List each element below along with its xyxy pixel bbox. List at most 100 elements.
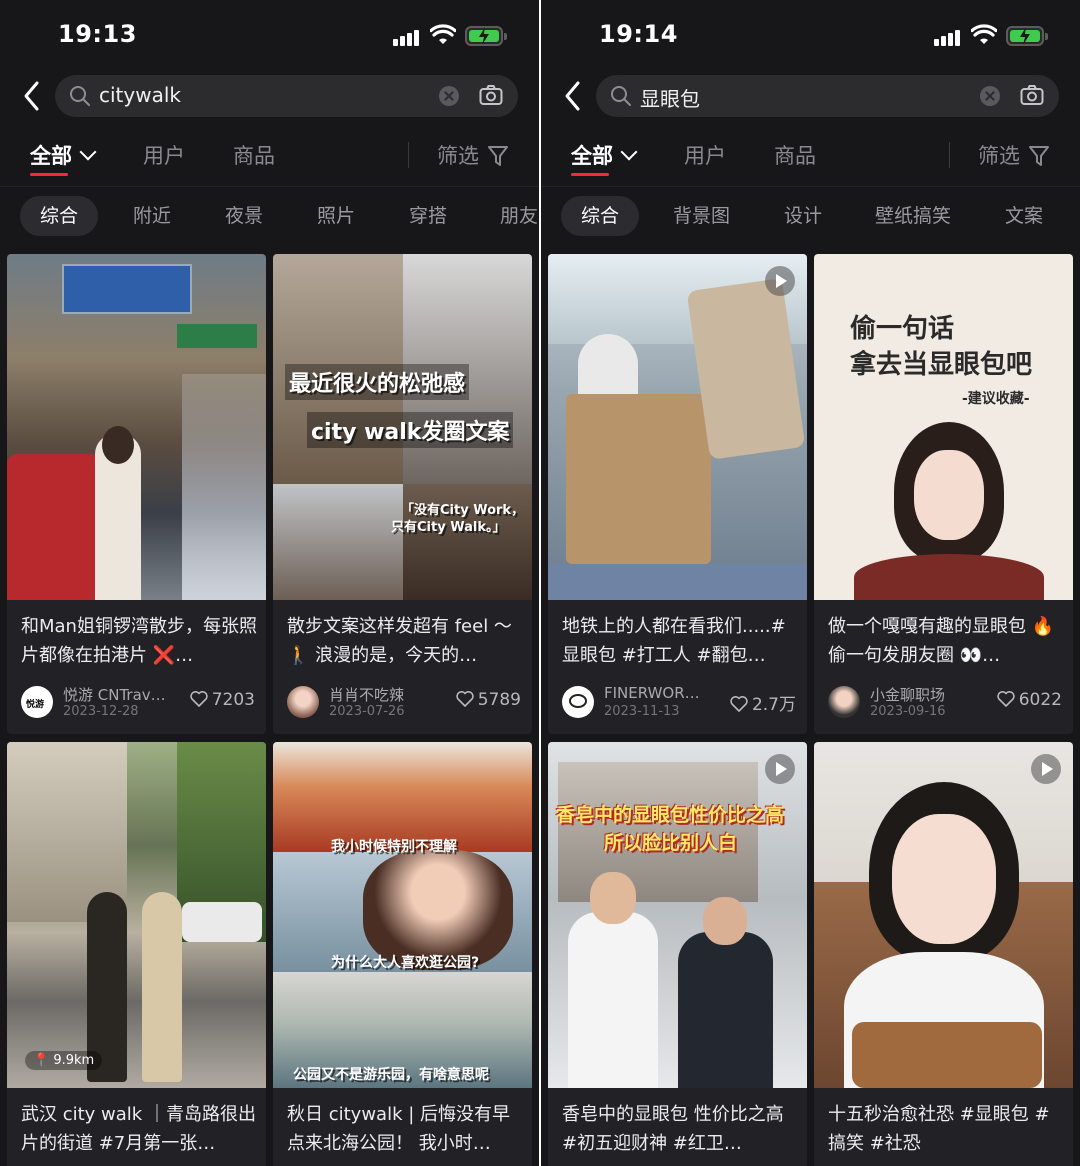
overlay-caption: 偷一句话 bbox=[850, 314, 955, 344]
filter-button[interactable]: 筛选 bbox=[978, 140, 1020, 170]
status-time: 19:14 bbox=[599, 20, 678, 48]
funnel-icon[interactable] bbox=[488, 145, 508, 167]
author-name[interactable]: 悦游 CNTrav… bbox=[63, 684, 166, 705]
like-button[interactable]: 7203 bbox=[190, 690, 255, 710]
note-card[interactable]: 香皂中的显眼包性价比之高 所以脸比别人白 香皂中的显眼包 性价比之高 #初五迎财… bbox=[548, 742, 807, 1166]
overlay-caption: 只有City Walk。」 bbox=[391, 520, 506, 535]
funnel-icon[interactable] bbox=[1029, 145, 1049, 167]
wifi-icon bbox=[971, 24, 997, 44]
overlay-caption: 公园又不是游乐园，有啥意思呢 bbox=[293, 1067, 489, 1083]
camera-icon[interactable] bbox=[479, 84, 503, 106]
note-title: 散步文案这样发超有 feel ～ 🚶 浪漫的是，今天的… bbox=[287, 616, 512, 666]
clear-icon[interactable] bbox=[980, 86, 1000, 106]
search-input[interactable]: citywalk bbox=[55, 75, 518, 117]
like-count: 2.7万 bbox=[751, 695, 796, 715]
battery-icon bbox=[465, 26, 507, 46]
author-name[interactable]: FINERWOR… bbox=[604, 684, 700, 702]
note-card[interactable]: 地铁上的人都在看我们.....#显眼包 #打工人 #翻包… FINERWOR… … bbox=[548, 254, 807, 734]
chip-comprehensive[interactable]: 综合 bbox=[20, 196, 99, 236]
filter-chips: 综合 背景图 设计 壁纸搞笑 文案 bbox=[541, 196, 1080, 238]
chip-nearby[interactable]: 附近 bbox=[133, 196, 171, 236]
search-icon bbox=[611, 86, 631, 106]
chip-photos[interactable]: 照片 bbox=[317, 196, 355, 236]
note-cover-image: 香皂中的显眼包性价比之高 所以脸比别人白 bbox=[548, 742, 807, 1088]
status-time: 19:13 bbox=[58, 20, 137, 48]
video-play-icon bbox=[765, 266, 795, 296]
overlay-caption: city walk发圈文案 bbox=[307, 412, 514, 448]
overlay-caption: 我小时候特别不理解 bbox=[331, 839, 457, 855]
video-play-icon bbox=[1031, 754, 1061, 784]
heart-icon bbox=[456, 691, 474, 707]
like-button[interactable]: 2.7万 bbox=[730, 690, 796, 715]
status-bar: 19:14 bbox=[541, 0, 1080, 70]
chip-copywriting[interactable]: 文案 bbox=[1005, 196, 1043, 236]
active-tab-indicator bbox=[30, 173, 68, 176]
tab-all-label: 全部 bbox=[571, 144, 613, 168]
note-card[interactable]: 最近很火的松弛感 city walk发圈文案 「没有City Work， 只有C… bbox=[273, 254, 532, 734]
filter-button[interactable]: 筛选 bbox=[437, 140, 479, 170]
like-button[interactable]: 6022 bbox=[997, 690, 1062, 710]
note-title: 秋日 citywalk | 后悔没有早点来北海公园！ 我小时… bbox=[287, 1104, 511, 1154]
tab-all[interactable]: 全部 bbox=[30, 140, 97, 170]
note-title: 武汉 city walk ｜青岛路很出片的街道 #7月第一张… bbox=[21, 1104, 256, 1154]
back-arrow-icon[interactable] bbox=[20, 80, 44, 112]
active-tab-indicator bbox=[571, 173, 609, 176]
tab-users[interactable]: 用户 bbox=[143, 140, 185, 170]
search-query[interactable]: citywalk bbox=[99, 83, 181, 107]
status-bar: 19:13 bbox=[0, 0, 539, 70]
note-card[interactable]: 📍 9.9km 武汉 city walk ｜青岛路很出片的街道 #7月第一张… bbox=[7, 742, 266, 1166]
note-card[interactable]: 十五秒治愈社恐 #显眼包 #搞笑 #社恐 bbox=[814, 742, 1073, 1166]
left-screen: 19:13 citywalk 全部 用户 商品 筛选 综合 附近 夜景 照片 穿… bbox=[0, 0, 539, 1166]
divider bbox=[541, 186, 1080, 187]
search-input[interactable]: 显眼包 bbox=[596, 75, 1059, 117]
avatar[interactable] bbox=[287, 686, 319, 718]
note-card[interactable]: 我小时候特别不理解 为什么大人喜欢逛公园? 公园又不是游乐园，有啥意思呢 秋日 … bbox=[273, 742, 532, 1166]
tab-users[interactable]: 用户 bbox=[684, 140, 726, 170]
filter-chips: 综合 附近 夜景 照片 穿搭 朋友 bbox=[0, 196, 539, 238]
note-meta: FINERWOR… 2023-11-13 2.7万 bbox=[562, 684, 798, 722]
note-cover-image: 偷一句话 拿去当显眼包吧 -建议收藏- bbox=[814, 254, 1073, 600]
signal-icon bbox=[393, 28, 421, 46]
chip-design[interactable]: 设计 bbox=[784, 196, 822, 236]
chip-comprehensive[interactable]: 综合 bbox=[561, 196, 640, 236]
divider bbox=[408, 142, 409, 168]
avatar[interactable]: 悦游 bbox=[21, 686, 53, 718]
author-name[interactable]: 小金聊职场 bbox=[870, 684, 945, 705]
clear-icon[interactable] bbox=[439, 86, 459, 106]
camera-icon[interactable] bbox=[1020, 84, 1044, 106]
avatar[interactable] bbox=[828, 686, 860, 718]
chip-funny-wallpaper[interactable]: 壁纸搞笑 bbox=[875, 196, 951, 236]
right-screen: 19:14 显眼包 全部 用户 商品 筛选 综合 背景图 设计 壁纸搞笑 文案 bbox=[541, 0, 1080, 1166]
distance-badge: 📍 9.9km bbox=[25, 1051, 103, 1070]
note-title: 香皂中的显眼包 性价比之高 #初五迎财神 #红卫… bbox=[562, 1104, 784, 1154]
heart-icon bbox=[730, 696, 748, 712]
note-title: 地铁上的人都在看我们.....#显眼包 #打工人 #翻包… bbox=[562, 616, 786, 666]
note-card[interactable]: 和Man姐铜锣湾散步，每张照片都像在拍港片 ❌… 悦游 悦游 CNTrav… 2… bbox=[7, 254, 266, 734]
overlay-caption: -建议收藏- bbox=[962, 391, 1030, 407]
battery-icon bbox=[1006, 26, 1048, 46]
tab-all-label: 全部 bbox=[30, 144, 72, 168]
chip-outfits[interactable]: 穿搭 bbox=[409, 196, 447, 236]
video-play-icon bbox=[765, 754, 795, 784]
tab-goods[interactable]: 商品 bbox=[233, 140, 275, 170]
distance-value: 9.9km bbox=[53, 1053, 95, 1068]
note-meta: 小金聊职场 2023-09-16 6022 bbox=[828, 686, 1064, 722]
like-button[interactable]: 5789 bbox=[456, 690, 521, 710]
chip-friends[interactable]: 朋友 bbox=[500, 196, 538, 236]
overlay-caption: 所以脸比别人白 bbox=[604, 832, 738, 854]
heart-icon bbox=[190, 691, 208, 707]
note-card[interactable]: 偷一句话 拿去当显眼包吧 -建议收藏- 做一个嘎嘎有趣的显眼包 🔥 偷一句发朋友… bbox=[814, 254, 1073, 734]
tab-all[interactable]: 全部 bbox=[571, 140, 638, 170]
chip-night-view[interactable]: 夜景 bbox=[225, 196, 263, 236]
chevron-down-icon bbox=[79, 143, 97, 161]
post-date: 2023-09-16 bbox=[870, 704, 946, 719]
search-icon bbox=[70, 86, 90, 106]
tab-goods[interactable]: 商品 bbox=[774, 140, 816, 170]
back-arrow-icon[interactable] bbox=[561, 80, 585, 112]
like-count: 5789 bbox=[477, 690, 521, 710]
search-query[interactable]: 显眼包 bbox=[640, 83, 700, 112]
author-name[interactable]: 肖肖不吃辣 bbox=[329, 684, 404, 705]
avatar[interactable] bbox=[562, 686, 594, 718]
wifi-icon bbox=[430, 24, 456, 44]
chip-background[interactable]: 背景图 bbox=[673, 196, 730, 236]
